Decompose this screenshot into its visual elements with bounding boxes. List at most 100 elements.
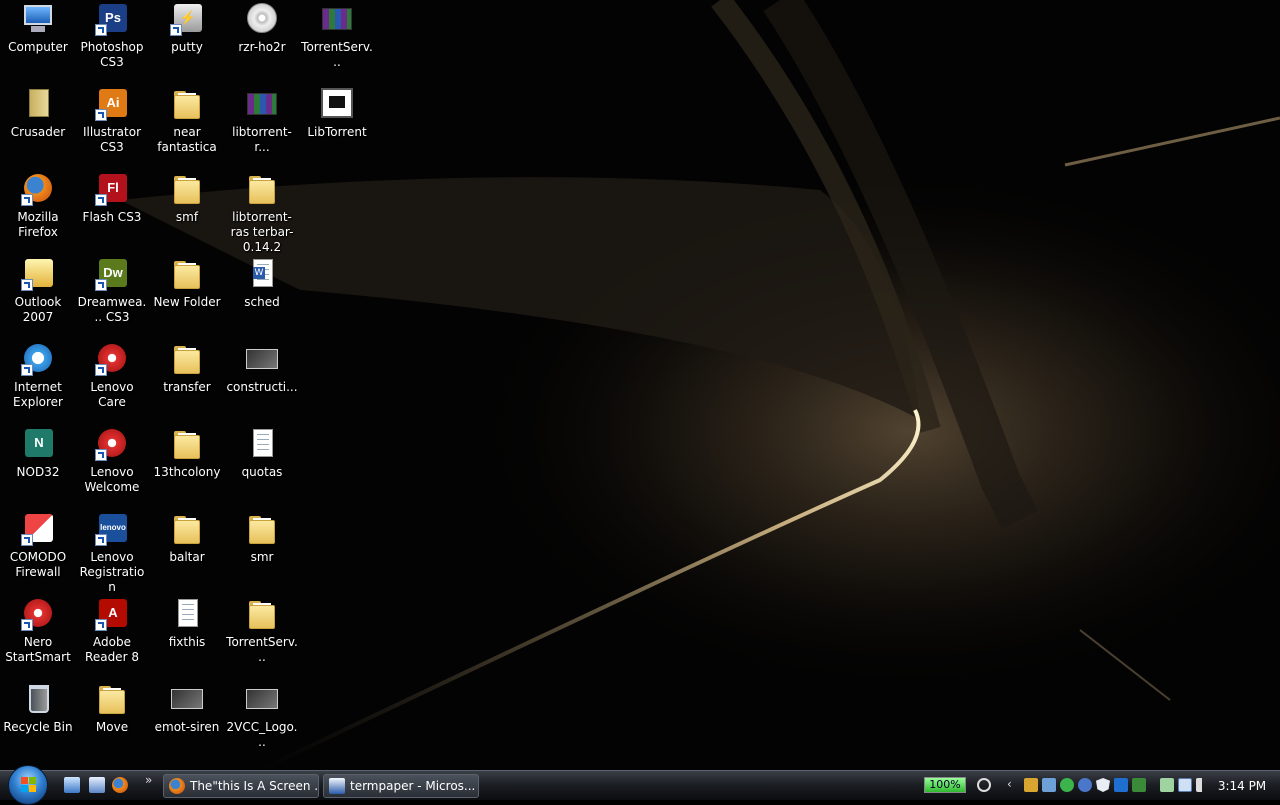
desktop-shortcut-label: fixthis [168, 635, 206, 649]
desktop-shortcut-label: emot-siren [154, 720, 220, 734]
tray-app-icon-4[interactable] [1078, 778, 1092, 792]
dreamweaver-icon: Dw [95, 257, 129, 291]
desktop-shortcut-label: Illustrator CS3 [82, 125, 142, 154]
desktop-shortcut[interactable]: libtorrent-ras terbar-0.14.2 [224, 172, 300, 254]
desktop-shortcut-label: putty [171, 40, 203, 54]
desktop-shortcut[interactable]: Computer [0, 2, 76, 84]
desktop-shortcut[interactable]: lenovo Lenovo Registration [74, 512, 150, 594]
tray-app-icon-1[interactable] [1024, 778, 1038, 792]
desktop-shortcut-label: New Folder [153, 295, 221, 309]
desktop-shortcut[interactable]: transfer [149, 342, 225, 424]
desktop-shortcut[interactable]: Internet Explorer [0, 342, 76, 424]
desktop-shortcut[interactable]: Ps Photoshop CS3 [74, 2, 150, 84]
desktop-shortcut-label: COMODO Firewall [9, 550, 67, 579]
nod32-icon: N [21, 427, 55, 461]
desktop-shortcut[interactable]: TorrentServ... [224, 597, 300, 679]
desktop-shortcut[interactable]: Mozilla Firefox [0, 172, 76, 254]
switch-windows-icon[interactable] [89, 777, 105, 793]
folder-icon [95, 682, 129, 716]
network-icon[interactable] [1178, 778, 1192, 792]
desktop-shortcut[interactable]: rzr-ho2r [224, 2, 300, 84]
image-file-icon [170, 682, 204, 716]
show-desktop-icon[interactable] [64, 777, 80, 793]
desktop-shortcut[interactable]: smf [149, 172, 225, 254]
security-shield-icon[interactable] [1096, 778, 1110, 792]
desktop-shortcut[interactable]: Lenovo Care [74, 342, 150, 424]
desktop-shortcut-label: Computer [8, 40, 68, 54]
desktop-shortcut[interactable]: TorrentServ... [299, 2, 375, 84]
desktop-shortcut-label: quotas [241, 465, 283, 479]
desktop-shortcut[interactable]: ⚡ putty [149, 2, 225, 84]
desktop-shortcut-label: Lenovo Care [90, 380, 134, 409]
word-icon [329, 778, 345, 794]
outlook-icon [21, 257, 55, 291]
tray-app-icon-7[interactable] [1160, 778, 1174, 792]
desktop-icon-grid: Computer Crusader Mozilla Firefox Outlook 2… [0, 0, 1280, 770]
volume-icon[interactable] [1196, 778, 1210, 792]
crusader-icon [21, 87, 55, 121]
desktop-shortcut[interactable]: Ai Illustrator CS3 [74, 87, 150, 169]
desktop-shortcut-label: constructi... [226, 380, 298, 394]
application-icon [320, 87, 354, 121]
desktop-shortcut[interactable]: Nero StartSmart [0, 597, 76, 679]
desktop-shortcut-label: smf [175, 210, 199, 224]
desktop-shortcut[interactable]: 13thcolony [149, 427, 225, 509]
firefox-quicklaunch-icon[interactable] [112, 777, 128, 793]
taskbar-button-word[interactable]: termpaper - Micros... [323, 774, 479, 798]
tray-expand-chevron[interactable]: ‹ [1007, 777, 1012, 791]
desktop-shortcut[interactable]: LibTorrent [299, 87, 375, 169]
desktop-shortcut-label: transfer [163, 380, 211, 394]
tray-app-icon-5[interactable] [1114, 778, 1128, 792]
desktop-shortcut[interactable]: Fl Flash CS3 [74, 172, 150, 254]
desktop-shortcut[interactable]: smr [224, 512, 300, 594]
desktop-shortcut[interactable]: constructi... [224, 342, 300, 424]
desktop-shortcut[interactable]: New Folder [149, 257, 225, 339]
desktop-shortcut[interactable]: Wsched [224, 257, 300, 339]
tray-app-icon-6[interactable] [1132, 778, 1146, 792]
start-button[interactable] [8, 765, 48, 805]
desktop-shortcut[interactable]: Dw Dreamwea... CS3 [74, 257, 150, 339]
folder-icon [170, 427, 204, 461]
power-plug-icon[interactable] [977, 778, 991, 792]
text-file-icon [170, 597, 204, 631]
folder-icon [170, 257, 204, 291]
comodo-icon [21, 512, 55, 546]
desktop-shortcut-label: Internet Explorer [13, 380, 63, 409]
internet-explorer-icon [21, 342, 55, 376]
image-file-icon [245, 682, 279, 716]
folder-icon [245, 512, 279, 546]
recycle-bin-icon [21, 682, 55, 716]
desktop-shortcut[interactable]: Recycle Bin [0, 682, 76, 764]
desktop-shortcut[interactable]: 2VCC_Logo... [224, 682, 300, 764]
desktop-shortcut[interactable]: libtorrent-r... [224, 87, 300, 169]
taskbar-button-label: The"this Is A Screen ... [190, 779, 319, 793]
desktop-shortcut-label: Dreamwea... CS3 [77, 295, 147, 324]
clock[interactable]: 3:14 PM [1212, 771, 1272, 801]
tray-app-icon-3[interactable] [1060, 778, 1074, 792]
desktop-shortcut-label: Lenovo Registration [79, 550, 145, 594]
desktop-shortcut[interactable]: baltar [149, 512, 225, 594]
desktop-shortcut[interactable]: quotas [224, 427, 300, 509]
folder-icon [170, 512, 204, 546]
desktop-shortcut[interactable]: Move [74, 682, 150, 764]
desktop-shortcut[interactable]: emot-siren [149, 682, 225, 764]
folder-icon [245, 172, 279, 206]
desktop-shortcut-label: Adobe Reader 8 [85, 635, 139, 664]
firefox-icon [169, 778, 185, 794]
quick-launch-overflow-chevron[interactable]: » [145, 773, 152, 787]
putty-icon: ⚡ [170, 2, 204, 36]
photoshop-icon: Ps [95, 2, 129, 36]
battery-meter[interactable]: 100% [924, 777, 966, 793]
desktop-shortcut[interactable]: Outlook 2007 [0, 257, 76, 339]
desktop-shortcut-label: Nero StartSmart [5, 635, 71, 664]
desktop-shortcut[interactable]: COMODO Firewall [0, 512, 76, 594]
desktop-shortcut[interactable]: Lenovo Welcome [74, 427, 150, 509]
folder-icon [245, 597, 279, 631]
tray-app-icon-2[interactable] [1042, 778, 1056, 792]
desktop-shortcut[interactable]: near fantastica [149, 87, 225, 169]
desktop-shortcut[interactable]: A Adobe Reader 8 [74, 597, 150, 679]
desktop-shortcut[interactable]: Crusader [0, 87, 76, 169]
desktop-shortcut[interactable]: N NOD32 [0, 427, 76, 509]
desktop-shortcut[interactable]: fixthis [149, 597, 225, 679]
taskbar-button-firefox[interactable]: The"this Is A Screen ... [163, 774, 319, 798]
